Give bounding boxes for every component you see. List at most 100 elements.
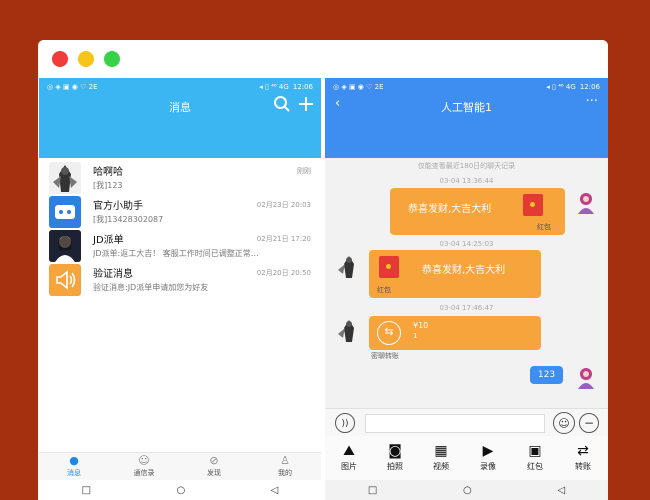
conversation-preview: JD派单:返工大吉！ 客服工作时间已调整正常… xyxy=(93,249,259,258)
recent-apps-icon[interactable]: □ xyxy=(368,485,377,496)
tool-label: 录像 xyxy=(480,462,496,471)
conversation-time: 02月20日 20:50 xyxy=(256,269,311,277)
image-icon: ⛰ xyxy=(343,443,355,459)
contact-avatar[interactable] xyxy=(335,316,363,344)
tab-me[interactable]: ♙ 我的 xyxy=(260,454,310,478)
conversation-time: 刚刚 xyxy=(297,167,311,175)
message-input-bar: )) ☺ − xyxy=(325,408,608,437)
more-icon[interactable]: ··· xyxy=(586,94,598,109)
record-icon: ▶ xyxy=(482,443,494,459)
message-timestamp: 03-04 13:36:44 xyxy=(439,177,494,185)
red-packet-label: 红包 xyxy=(537,223,551,231)
red-packet-label: 红包 xyxy=(377,286,391,294)
close-window-button[interactable] xyxy=(52,51,68,67)
tab-discover[interactable]: ⊘ 发现 xyxy=(189,454,239,478)
video-icon: ▦ xyxy=(434,443,448,459)
tab-contacts[interactable]: ☺ 通信录 xyxy=(119,454,169,478)
messages-screen: ◎ ◈ ▣ ◉ ♡ 2E ◂ ▯ ⁴⁶ 4G 12:06 消息 哈啊哈 刚刚 [我… xyxy=(39,78,321,500)
avatar xyxy=(49,162,81,194)
conversation-time: 02月23日 20:03 xyxy=(256,201,311,209)
transfer-icon: ⇄ xyxy=(577,443,589,459)
tool-red-packet[interactable]: ▣ 红包 xyxy=(517,441,553,472)
my-avatar[interactable] xyxy=(572,363,600,391)
conversation-name: 哈啊哈 xyxy=(93,167,123,178)
emoji-icon[interactable]: ☺ xyxy=(553,412,575,434)
red-packet-icon: ▣ xyxy=(528,443,542,459)
home-icon[interactable]: ○ xyxy=(176,485,185,496)
red-packet-text: 恭喜发财,大吉大利 xyxy=(408,204,492,215)
transfer-amount: ¥10 xyxy=(413,321,429,330)
my-avatar[interactable] xyxy=(572,188,600,216)
back-nav-icon[interactable]: ◁ xyxy=(557,485,565,496)
red-packet-icon xyxy=(379,256,399,278)
conversation-preview: 验证消息:JD派单申请加您为好友 xyxy=(93,283,209,292)
tool-camera[interactable]: ◙ 拍照 xyxy=(377,441,413,472)
transfer-icon: ⇆ xyxy=(377,321,401,345)
red-packet-message[interactable]: 恭喜发财,大吉大利 红包 xyxy=(369,250,541,298)
message-input[interactable] xyxy=(365,414,545,433)
user-icon: ♙ xyxy=(280,454,290,467)
back-nav-icon[interactable]: ◁ xyxy=(271,485,279,496)
contact-avatar[interactable] xyxy=(335,252,363,280)
history-notice: 仅能查看最近180日的聊天记录 xyxy=(417,162,516,170)
tab-label: 消息 xyxy=(67,469,81,477)
transfer-note: 1 xyxy=(413,332,418,340)
text-message[interactable]: 123 xyxy=(530,366,563,384)
assistant-avatar xyxy=(49,196,81,228)
transfer-message[interactable]: ⇆ ¥10 1 xyxy=(369,316,541,350)
tool-label: 拍照 xyxy=(387,462,403,471)
tool-label: 转账 xyxy=(575,462,591,471)
camera-icon: ◙ xyxy=(388,443,402,459)
red-packet-message[interactable]: 恭喜发财,大吉大利 红包 xyxy=(390,188,565,235)
system-nav-bar: □ ○ ◁ xyxy=(325,480,608,500)
maximize-window-button[interactable] xyxy=(104,51,120,67)
minimize-window-button[interactable] xyxy=(78,51,94,67)
signal-indicator: ◂ ▯ ⁴⁶ 4G xyxy=(259,82,289,91)
attachment-toolbar: ⛰ 图片 ◙ 拍照 ▦ 视频 ▶ 录像 ▣ 红包 ⇄ 转账 xyxy=(325,436,608,480)
tool-label: 视频 xyxy=(433,462,449,471)
conversation-item[interactable]: 验证消息 02月20日 20:50 验证消息:JD派单申请加您为好友 xyxy=(39,262,321,298)
chat-title: 人工智能1 xyxy=(441,101,492,114)
tab-label: 我的 xyxy=(278,469,292,477)
tab-label: 发现 xyxy=(207,469,221,477)
transfer-label: 密聊转账 xyxy=(371,352,399,360)
app-window: ◎ ◈ ▣ ◉ ♡ 2E ◂ ▯ ⁴⁶ 4G 12:06 消息 哈啊哈 刚刚 [我… xyxy=(38,40,608,500)
add-icon[interactable] xyxy=(297,95,315,117)
tool-image[interactable]: ⛰ 图片 xyxy=(331,441,367,472)
more-options-icon[interactable]: − xyxy=(579,413,599,433)
search-icon[interactable] xyxy=(273,95,291,117)
status-icons: ◎ ◈ ▣ ◉ ♡ 2E xyxy=(333,82,384,91)
conversation-preview: [我]13428302087 xyxy=(93,215,164,224)
messages-header: ◎ ◈ ▣ ◉ ♡ 2E ◂ ▯ ⁴⁶ 4G 12:06 消息 xyxy=(39,78,321,158)
compass-icon: ⊘ xyxy=(209,454,219,467)
tool-label: 红包 xyxy=(527,462,543,471)
conversation-item[interactable]: 哈啊哈 刚刚 [我]123 xyxy=(39,160,321,196)
voice-icon[interactable]: )) xyxy=(335,413,355,433)
status-time: 12:06 xyxy=(292,82,313,91)
status-icons: ◎ ◈ ▣ ◉ ♡ 2E xyxy=(47,82,98,91)
message-timestamp: 03-04 14:25:03 xyxy=(439,240,494,248)
red-packet-text: 恭喜发财,大吉大利 xyxy=(422,265,506,276)
tool-record[interactable]: ▶ 录像 xyxy=(470,441,506,472)
tab-messages[interactable]: ● 消息 xyxy=(49,454,99,478)
chat-bubble-icon: ● xyxy=(69,454,79,467)
system-nav-bar: □ ○ ◁ xyxy=(39,480,321,500)
tool-video[interactable]: ▦ 视频 xyxy=(423,441,459,472)
conversation-name: 官方小助手 xyxy=(93,201,143,212)
chat-screen: ◎ ◈ ▣ ◉ ♡ 2E ◂ ▯ ⁴⁶ 4G 12:06 ‹ 人工智能1 ··· … xyxy=(325,78,608,500)
avatar xyxy=(49,230,81,262)
window-titlebar xyxy=(38,40,608,78)
conversation-item[interactable]: 官方小助手 02月23日 20:03 [我]13428302087 xyxy=(39,194,321,230)
tool-label: 图片 xyxy=(341,462,357,471)
message-timestamp: 03-04 17:46:47 xyxy=(439,304,494,312)
recent-apps-icon[interactable]: □ xyxy=(82,485,91,496)
conversation-item[interactable]: JD派单 02月21日 17:20 JD派单:返工大吉！ 客服工作时间已调整正常… xyxy=(39,228,321,264)
conversation-name: JD派单 xyxy=(93,235,124,246)
tool-transfer[interactable]: ⇄ 转账 xyxy=(565,441,601,472)
home-icon[interactable]: ○ xyxy=(463,485,472,496)
status-bar: ◎ ◈ ▣ ◉ ♡ 2E ◂ ▯ ⁴⁶ 4G 12:06 xyxy=(39,78,321,95)
conversation-name: 验证消息 xyxy=(93,269,133,280)
conversation-preview: [我]123 xyxy=(93,181,123,190)
contacts-icon: ☺ xyxy=(138,454,150,467)
status-time: 12:06 xyxy=(579,82,600,91)
